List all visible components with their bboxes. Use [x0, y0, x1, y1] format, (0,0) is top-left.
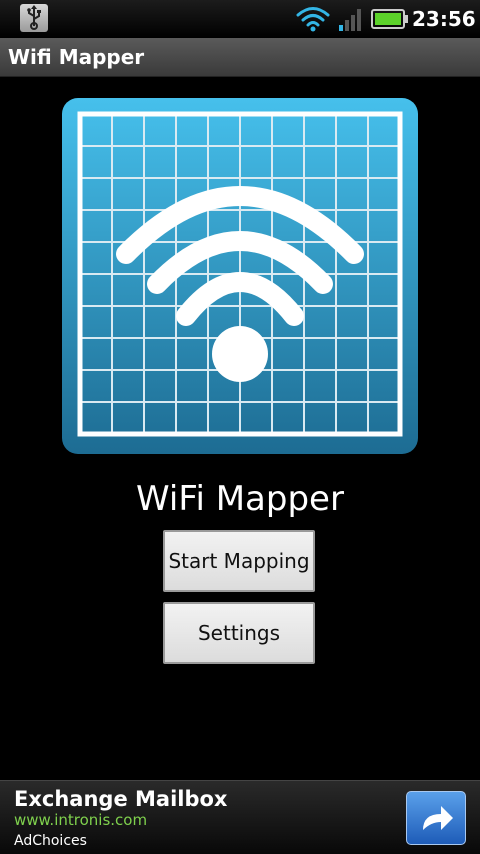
share-arrow-icon[interactable] — [406, 791, 466, 845]
wifi-grid-logo-icon — [62, 98, 418, 454]
screen: 23:56 Wifi Mapper WiFi Mapper Start Mapp… — [0, 0, 480, 854]
status-bar: 23:56 — [0, 0, 480, 38]
usb-icon — [20, 4, 48, 32]
battery-icon — [371, 9, 409, 33]
ad-banner[interactable]: Exchange Mailbox www.intronis.com AdChoi… — [0, 780, 480, 854]
app-bar-title: Wifi Mapper — [8, 45, 145, 69]
status-clock: 23:56 — [412, 7, 476, 31]
start-mapping-button[interactable]: Start Mapping — [163, 530, 315, 592]
app-name-heading: WiFi Mapper — [136, 479, 344, 519]
wifi-signal-icon — [296, 6, 330, 36]
cell-signal-icon — [338, 7, 364, 35]
app-title-bar: Wifi Mapper — [0, 38, 480, 77]
settings-button[interactable]: Settings — [163, 602, 315, 664]
ad-url: www.intronis.com — [14, 811, 148, 829]
ad-choices-link[interactable]: AdChoices — [14, 831, 87, 851]
